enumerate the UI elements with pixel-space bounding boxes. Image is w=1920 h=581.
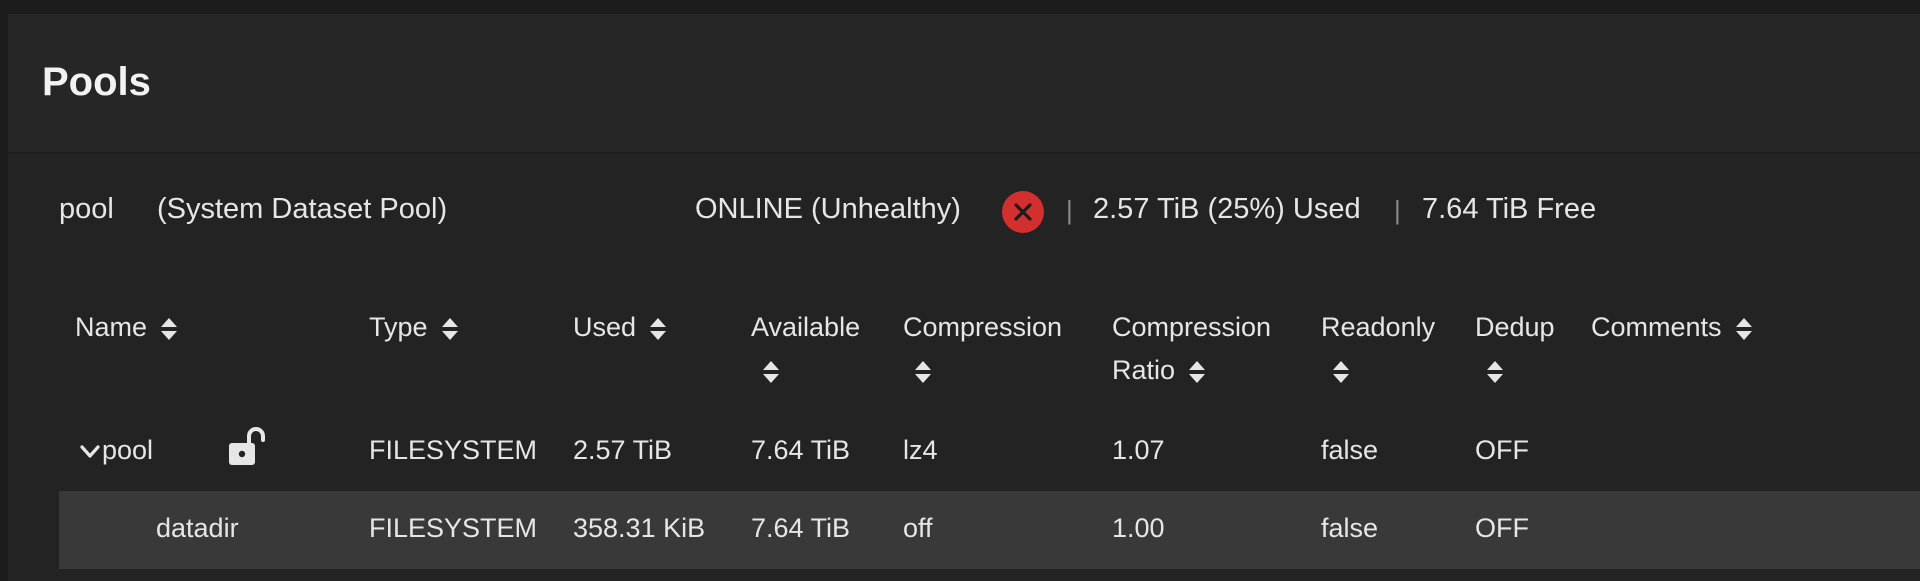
column-header-compression[interactable]: Compression [903,306,1062,385]
sort-icon [763,361,779,383]
dataset-used: 2.57 TiB [573,435,673,465]
pool-name: pool [59,193,114,225]
lock-open-icon[interactable] [225,425,269,469]
dataset-available: 7.64 TiB [751,513,851,543]
pool-summary: pool (System Dataset Pool) ONLINE (Unhea… [8,191,1920,233]
column-header-name[interactable]: Name [75,306,179,349]
dataset-used: 358.31 KiB [573,513,706,543]
column-header-compression-ratio[interactable]: Compression Ratio [1112,306,1271,392]
dataset-compression: off [903,513,933,543]
close-circle-icon [1002,191,1044,233]
column-header-type[interactable]: Type [369,306,460,349]
pool-free: 7.64 TiB Free [1422,193,1597,225]
sort-icon [1189,360,1206,383]
column-header-dedup[interactable]: Dedup [1475,306,1555,385]
separator: | [1066,195,1073,225]
column-header-used[interactable]: Used [573,306,668,349]
dataset-compression-ratio: 1.07 [1112,435,1165,465]
sort-icon [915,361,931,383]
sort-icon [1735,317,1752,340]
column-header-comments[interactable]: Comments [1591,306,1754,349]
column-header-available[interactable]: Available [751,306,860,385]
sort-icon [441,317,458,340]
dataset-name: datadir [156,513,239,543]
table-row[interactable]: pool FILESYSTEM 2.57 TiB 7.64 TiB lz4 1.… [59,413,1920,491]
pool-panel: pool (System Dataset Pool) ONLINE (Unhea… [8,154,1920,581]
dataset-dedup: OFF [1475,513,1529,543]
dataset-readonly: false [1321,513,1379,543]
sort-icon [161,317,178,340]
card-header: Pools [8,14,1920,154]
dataset-compression-ratio: 1.00 [1112,513,1165,543]
dataset-dedup: OFF [1475,435,1529,465]
sort-icon [650,317,667,340]
sort-icon [1487,361,1503,383]
pool-used: 2.57 TiB (25%) Used [1093,193,1361,225]
dataset-type: FILESYSTEM [369,513,538,543]
dataset-compression: lz4 [903,435,938,465]
table-row[interactable]: datadir FILESYSTEM 358.31 KiB 7.64 TiB o… [59,491,1920,569]
pool-role: (System Dataset Pool) [157,193,448,225]
pool-status: ONLINE (Unhealthy) [695,193,961,225]
dataset-type: FILESYSTEM [369,435,538,465]
separator: | [1394,195,1401,225]
column-header-readonly[interactable]: Readonly [1321,306,1435,385]
dataset-readonly: false [1321,435,1379,465]
dataset-available: 7.64 TiB [751,435,851,465]
chevron-down-icon[interactable] [79,444,101,460]
pools-card: Pools pool (System Dataset Pool) ONLINE … [8,14,1920,581]
page-title: Pools [42,60,151,104]
sort-icon [1333,361,1349,383]
dataset-name: pool [102,435,154,465]
